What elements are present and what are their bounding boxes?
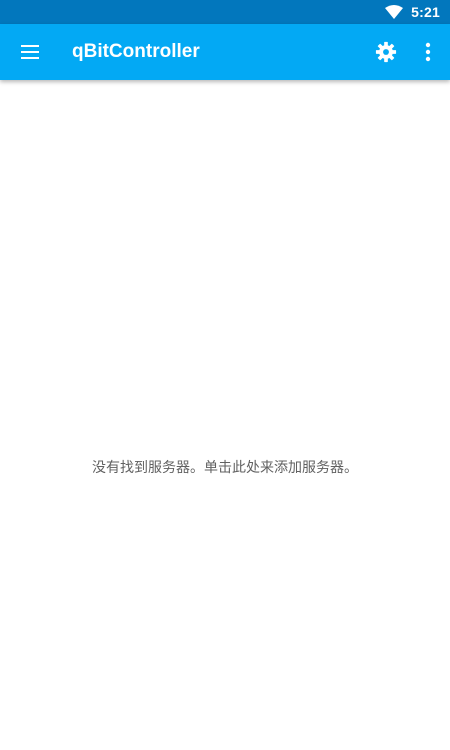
server-list-area: 没有找到服务器。单击此处来添加服务器。 [0, 80, 450, 750]
settings-button[interactable] [366, 32, 406, 72]
add-server-empty-message[interactable]: 没有找到服务器。单击此处来添加服务器。 [0, 456, 450, 480]
status-time: 5:21 [411, 4, 440, 20]
more-vert-icon [425, 42, 431, 62]
app-bar: qBitController [0, 24, 450, 80]
more-options-button[interactable] [408, 32, 448, 72]
menu-button[interactable] [10, 32, 50, 72]
hamburger-menu-icon [21, 45, 39, 59]
status-bar: 5:21 [0, 0, 450, 24]
app-title: qBitController [72, 41, 200, 62]
wifi-icon [385, 4, 404, 20]
gear-icon [375, 41, 397, 63]
